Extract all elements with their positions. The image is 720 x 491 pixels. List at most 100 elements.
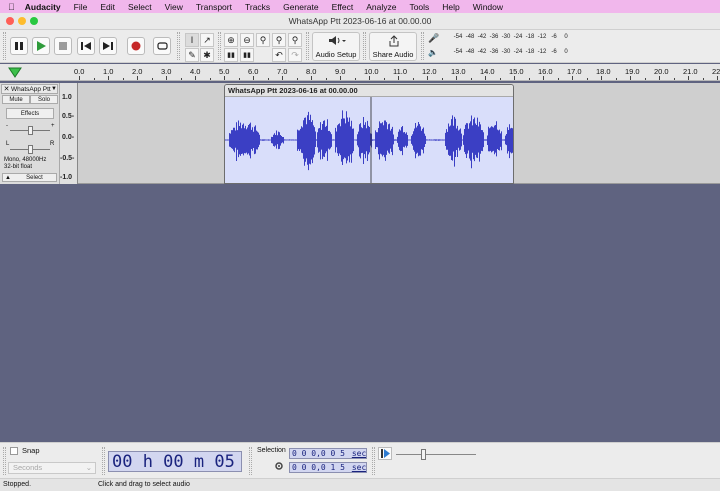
zoom-out-button[interactable]: ⊖ xyxy=(240,33,254,47)
timeline-tick-label: 3.0 xyxy=(161,67,172,76)
gain-slider-thumb[interactable] xyxy=(28,126,33,135)
fit-selection-icon: ⚲ xyxy=(259,34,267,45)
selection-end-value: 0 0 0,0 1 5 xyxy=(292,463,345,472)
meter-tick: -6 xyxy=(551,49,557,55)
timeline-tick-label: 22.0 xyxy=(712,67,720,76)
snap-checkbox[interactable] xyxy=(10,447,18,455)
solo-button[interactable]: Solo xyxy=(30,95,58,104)
skip-to-start-button[interactable] xyxy=(77,37,95,55)
zoom-in-button[interactable]: ⊕ xyxy=(224,33,238,47)
meter-tick: -48 xyxy=(465,49,475,55)
timeline-tick-label: 14.0 xyxy=(480,67,495,76)
menu-tracks[interactable]: Tracks xyxy=(245,2,270,12)
timeline-tick-label: 5.0 xyxy=(219,67,230,76)
timeline-tick-label: 0.0 xyxy=(74,67,85,76)
snap-unit-select[interactable]: Seconds ⌄ xyxy=(8,462,96,474)
audio-clip[interactable]: WhatsApp Ptt 2023-06-16 at 00.00.00 xyxy=(224,84,514,184)
menu-generate[interactable]: Generate xyxy=(283,2,318,12)
meter-tick: -6 xyxy=(551,34,557,40)
toolbar-grip[interactable] xyxy=(306,32,309,60)
selection-tool-button[interactable]: I xyxy=(185,33,199,47)
play-at-speed-button[interactable] xyxy=(378,447,392,460)
menu-window[interactable]: Window xyxy=(473,2,503,12)
play-at-speed-icon xyxy=(380,449,390,458)
menu-analyze[interactable]: Analyze xyxy=(366,2,396,12)
menu-tools[interactable]: Tools xyxy=(409,2,429,12)
toolbar-grip[interactable] xyxy=(249,447,252,475)
menu-edit[interactable]: Edit xyxy=(100,2,115,12)
gain-minus-label: - xyxy=(6,123,8,129)
window-title: WhatsApp Ptt 2023-06-16 at 00.00.00 xyxy=(288,16,432,26)
timeline-tick-label: 7.0 xyxy=(277,67,288,76)
menu-effect[interactable]: Effect xyxy=(332,2,354,12)
selection-start-unit[interactable]: seconds xyxy=(352,449,366,458)
close-track-icon[interactable]: ✕ xyxy=(2,85,11,93)
loop-icon xyxy=(156,42,168,50)
time-display[interactable]: 00 h 00 m 05 s xyxy=(108,451,242,472)
redo-button[interactable]: ↷ xyxy=(288,48,302,62)
loop-button[interactable] xyxy=(153,37,171,55)
clip-title[interactable]: WhatsApp Ptt 2023-06-16 at 00.00.00 xyxy=(225,85,513,97)
record-button[interactable] xyxy=(127,37,145,55)
speaker-icon xyxy=(329,36,346,45)
selection-start-field[interactable]: 0 0 0,0 0 5 seconds xyxy=(289,448,367,459)
play-button[interactable] xyxy=(32,37,50,55)
undo-button[interactable]: ↶ xyxy=(272,48,286,62)
selection-end-field[interactable]: 0 0 0,0 1 5 seconds xyxy=(289,462,367,473)
pan-left-label: L xyxy=(6,141,10,147)
toolbar-grip[interactable] xyxy=(102,447,105,475)
audio-setup-button[interactable]: Audio Setup xyxy=(312,32,360,61)
menu-file[interactable]: File xyxy=(74,2,88,12)
gear-icon[interactable] xyxy=(274,461,284,471)
share-audio-button[interactable]: Share Audio xyxy=(369,32,417,61)
playback-speed-slider[interactable] xyxy=(396,454,476,455)
fit-project-button[interactable]: ⚲ xyxy=(272,33,286,47)
fit-selection-button[interactable]: ⚲ xyxy=(256,33,270,47)
stop-button[interactable] xyxy=(54,37,72,55)
skip-to-end-button[interactable] xyxy=(99,37,117,55)
effects-button[interactable]: Effects xyxy=(6,108,54,119)
meter-tick: -42 xyxy=(477,34,487,40)
track-name-menu[interactable]: WhatsApp Ptt xyxy=(11,86,51,93)
menu-transport[interactable]: Transport xyxy=(196,2,232,12)
pause-button[interactable] xyxy=(10,37,28,55)
toolbar-grip[interactable] xyxy=(177,32,180,60)
playback-speed-thumb[interactable] xyxy=(421,449,426,460)
menu-select[interactable]: Select xyxy=(128,2,152,12)
app-menu[interactable]: Audacity xyxy=(25,2,61,12)
waveform[interactable] xyxy=(225,97,514,184)
amplitude-ruler[interactable]: 1.0 0.5- 0.0- -0.5- -1.0 xyxy=(60,83,78,184)
pause-icon xyxy=(15,42,23,50)
stop-icon xyxy=(59,42,67,50)
mute-button[interactable]: Mute xyxy=(2,95,30,104)
toolbar-grip[interactable] xyxy=(363,32,366,60)
zoom-toggle-button[interactable]: ⚲ xyxy=(288,33,302,47)
timeline-tick-label: 19.0 xyxy=(625,67,640,76)
trim-audio-button[interactable]: ▮▮ xyxy=(224,48,238,62)
silence-audio-button[interactable]: ▮▮ xyxy=(240,48,254,62)
pan-slider-thumb[interactable] xyxy=(28,145,33,154)
playhead-pin-icon[interactable] xyxy=(8,67,22,78)
timeline-ruler[interactable]: 0.0 1.0 2.0 3.0 4.0 5.0 6.0 7.0 8.0 9.0 10.0 11.0 12… xyxy=(0,64,720,81)
toolbar-grip[interactable] xyxy=(218,32,221,60)
timeline-minor-mark xyxy=(586,78,588,80)
menu-view[interactable]: View xyxy=(165,2,183,12)
select-track-button[interactable]: Select xyxy=(13,175,56,181)
toolbar-grip[interactable] xyxy=(372,447,375,475)
timeline-minor-mark xyxy=(180,78,182,80)
envelope-tool-button[interactable]: ↗ xyxy=(200,33,214,47)
collapse-track-icon[interactable]: ▲ xyxy=(3,175,13,181)
chevron-down-icon[interactable]: ▼ xyxy=(51,86,57,92)
timeline-tick-mark xyxy=(311,76,312,80)
multi-tool-button[interactable]: ✱ xyxy=(200,48,214,62)
selection-end-unit[interactable]: seconds xyxy=(352,463,366,472)
draw-tool-button[interactable]: ✎ xyxy=(185,48,199,62)
toolbar-grip[interactable] xyxy=(3,32,6,60)
toolbar-grip[interactable] xyxy=(421,32,424,60)
toolbar-grip[interactable] xyxy=(3,447,6,475)
record-meter[interactable]: -54 -48 -42 -36 -30 -24 -18 -12 -6 0 xyxy=(452,34,572,40)
menu-help[interactable]: Help xyxy=(442,2,459,12)
zoom-in-icon: ⊕ xyxy=(227,34,235,45)
apple-icon[interactable]:  xyxy=(8,2,15,12)
playback-meter[interactable]: -54 -48 -42 -36 -30 -24 -18 -12 -6 0 xyxy=(452,49,572,55)
